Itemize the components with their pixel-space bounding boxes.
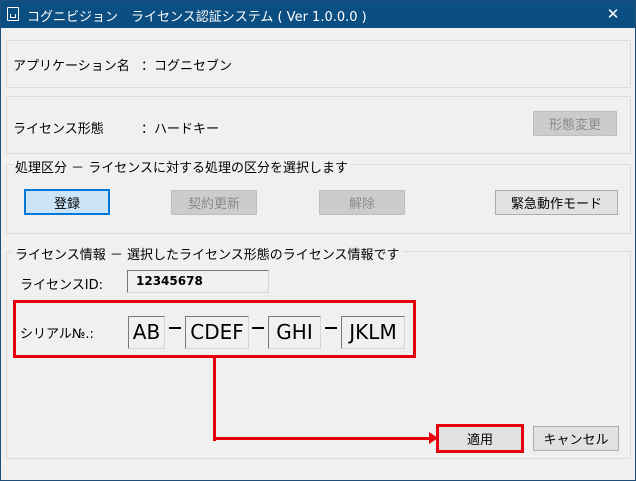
annotation-line-vertical xyxy=(213,357,216,441)
application-group: アプリケーション名 ：コグニセブン xyxy=(6,40,631,88)
cancel-button[interactable]: キャンセル xyxy=(533,426,619,451)
processing-group-title: 処理区分 － ライセンスに対する処理の区分を選択します xyxy=(12,157,352,176)
license-dialog: コグニビジョン ライセンス認証システム ( Ver 1.0.0.0 ) ✕ アプ… xyxy=(0,0,636,481)
application-value: ：コグニセブン xyxy=(141,59,233,74)
serial-highlight-box xyxy=(13,300,416,358)
emergency-mode-button[interactable]: 緊急動作モード xyxy=(495,190,618,215)
application-label: アプリケーション名 xyxy=(13,59,130,74)
license-info-group-title: ライセンス情報 － 選択したライセンス形態のライセンス情報です xyxy=(12,244,403,263)
license-id-label: ライセンスID: xyxy=(20,278,103,293)
processing-group: 処理区分 － ライセンスに対する処理の区分を選択します 登録 契約更新 解除 緊… xyxy=(6,157,631,234)
window-title: コグニビジョン ライセンス認証システム ( Ver 1.0.0.0 ) xyxy=(27,10,367,25)
app-icon xyxy=(7,7,19,21)
apply-highlight-box xyxy=(436,424,524,453)
title-bar[interactable]: コグニビジョン ライセンス認証システム ( Ver 1.0.0.0 ) ✕ xyxy=(1,1,635,28)
annotation-line-horizontal xyxy=(213,437,435,440)
register-button[interactable]: 登録 xyxy=(24,189,110,215)
license-type-value: ：ハードキー xyxy=(141,122,220,137)
license-id-field[interactable]: 12345678 xyxy=(127,270,269,293)
renew-button[interactable]: 契約更新 xyxy=(171,190,257,215)
release-button[interactable]: 解除 xyxy=(319,190,405,215)
license-type-label: ライセンス形態 xyxy=(13,122,104,137)
change-type-button[interactable]: 形態変更 xyxy=(533,111,617,136)
license-type-group: ライセンス形態 ：ハードキー 形態変更 xyxy=(6,96,631,154)
close-icon[interactable]: ✕ xyxy=(591,1,635,28)
